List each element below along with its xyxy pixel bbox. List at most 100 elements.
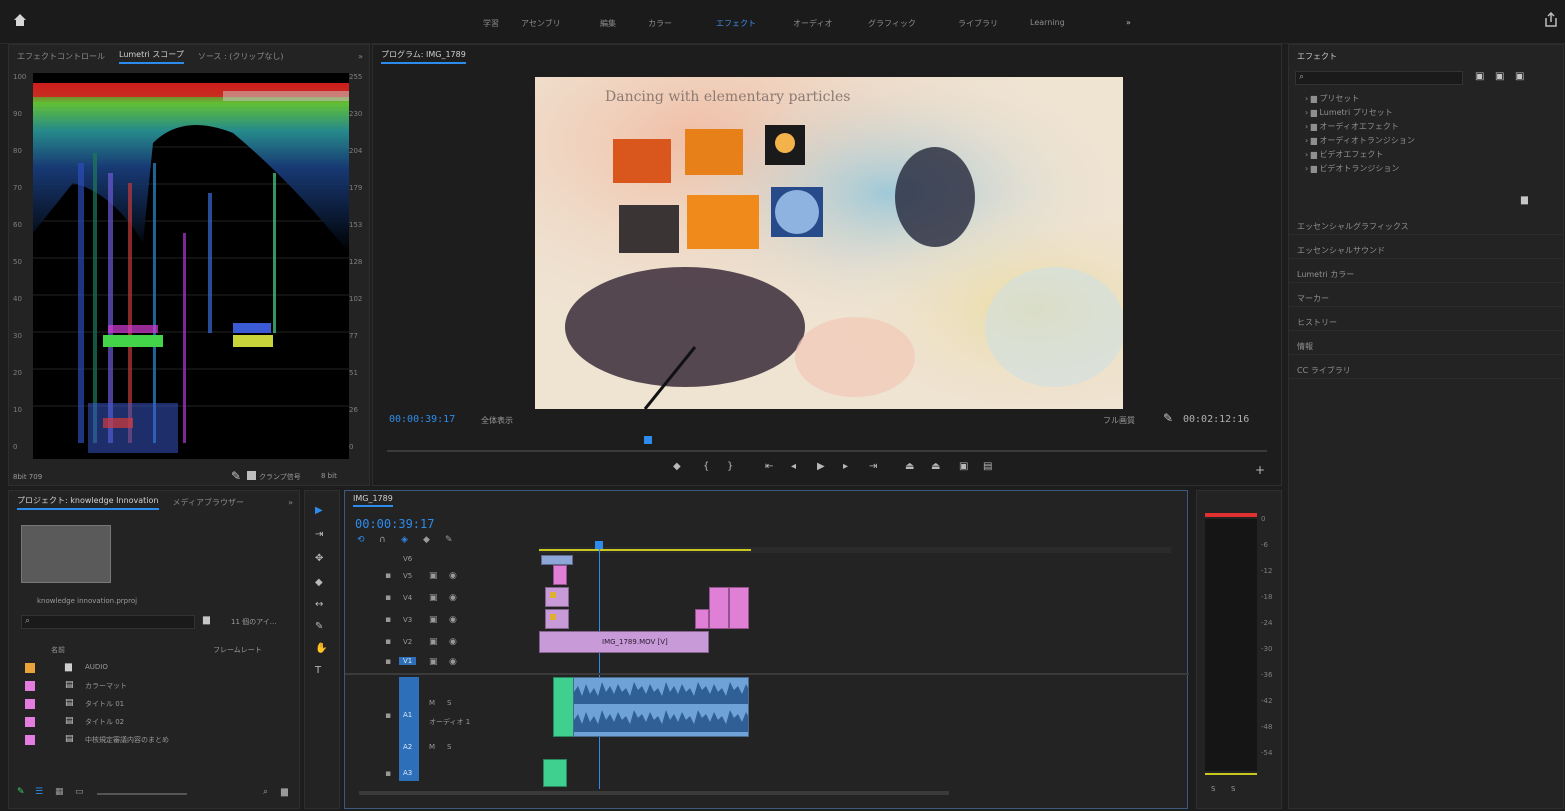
tree-item[interactable]: › ▆ Lumetri プリセット: [1305, 107, 1393, 118]
tab-project[interactable]: プロジェクト: knowledge Innovation: [17, 495, 159, 510]
work-area-bar[interactable]: [539, 549, 751, 551]
lock-icon[interactable]: ▪: [385, 615, 391, 625]
filter-yuv-icon[interactable]: ▣: [1515, 71, 1524, 82]
solo-button[interactable]: S: [447, 743, 451, 751]
title-clip-v4-b[interactable]: [729, 587, 749, 629]
track-header-v5[interactable]: ▪ V5 ▣ ◉: [355, 567, 535, 587]
mute-button[interactable]: M: [429, 699, 435, 707]
share-icon[interactable]: [1544, 11, 1558, 28]
workspace-tab[interactable]: ライブラリ: [958, 18, 998, 29]
solo-button[interactable]: S: [447, 699, 451, 707]
new-bin-icon[interactable]: ▆: [203, 615, 210, 625]
workspace-tab[interactable]: カラー: [648, 18, 672, 29]
video-clip-v5[interactable]: [553, 565, 567, 585]
ripple-edit-tool-icon[interactable]: ✥: [315, 553, 323, 564]
solo-left-button[interactable]: S: [1211, 785, 1215, 793]
mark-out-button[interactable]: }: [727, 461, 733, 472]
program-current-timecode[interactable]: 00:00:39:17: [389, 414, 455, 425]
tab-media-browser[interactable]: メディアブラウザー: [173, 497, 244, 508]
program-playhead-marker[interactable]: [644, 436, 652, 444]
eye-icon[interactable]: ◉: [449, 593, 457, 603]
snap-icon[interactable]: ∩: [379, 535, 386, 545]
lock-icon[interactable]: ▪: [385, 593, 391, 603]
add-marker-icon[interactable]: ◆: [423, 535, 430, 545]
lock-icon[interactable]: ▪: [385, 657, 391, 667]
panel-menu-icon[interactable]: »: [288, 498, 293, 507]
eye-icon[interactable]: ◉: [449, 571, 457, 581]
title-clip-v4-a[interactable]: [709, 587, 729, 629]
timeline-ruler[interactable]: [539, 541, 1171, 553]
audio-clip-a3-green[interactable]: [543, 759, 567, 787]
linked-selection-icon[interactable]: ◈: [401, 535, 408, 545]
lock-icon[interactable]: ▪: [385, 571, 391, 581]
go-to-in-button[interactable]: ⇤: [765, 461, 773, 472]
go-to-out-button[interactable]: ⇥: [869, 461, 877, 472]
panel-section[interactable]: CC ライブラリ: [1289, 361, 1563, 379]
timeline-playhead-marker[interactable]: [595, 541, 603, 549]
track-header-v2[interactable]: ▪ V2 ▣ ◉: [355, 633, 535, 653]
track-select-tool-icon[interactable]: ⇥: [315, 529, 323, 540]
video-clip-v3[interactable]: [545, 609, 569, 629]
workspace-tab[interactable]: 編集: [600, 18, 616, 29]
eye-icon[interactable]: ◉: [449, 637, 457, 647]
effects-search-input[interactable]: ⌕: [1295, 71, 1463, 85]
step-back-button[interactable]: ◂: [791, 461, 796, 472]
track-target[interactable]: V1: [399, 657, 417, 665]
mute-button[interactable]: M: [429, 743, 435, 751]
eye-icon[interactable]: ◉: [449, 657, 457, 667]
list-item[interactable]: ▤ カラーマット: [25, 679, 285, 695]
new-bin-icon[interactable]: ▣: [1475, 71, 1484, 82]
workspace-tab[interactable]: Learning: [1030, 18, 1065, 27]
video-clip-v4[interactable]: [545, 587, 569, 607]
tab-sequence[interactable]: IMG_1789: [353, 494, 393, 507]
toggle-output-icon[interactable]: ▣: [429, 571, 438, 581]
bits-dropdown[interactable]: 8 bit: [321, 472, 337, 480]
tab-lumetri-scope[interactable]: Lumetri スコープ: [119, 49, 184, 64]
hand-tool-icon[interactable]: ✋: [315, 643, 327, 654]
play-button[interactable]: ▶: [817, 461, 825, 472]
list-item[interactable]: ▆ AUDIO: [25, 661, 285, 677]
lock-icon[interactable]: ▪: [385, 711, 391, 721]
icon-view-icon[interactable]: ▦: [55, 787, 64, 797]
extract-button[interactable]: ⏏: [931, 461, 940, 472]
zoom-slider[interactable]: [97, 793, 187, 795]
slip-tool-icon[interactable]: ↔: [315, 599, 323, 610]
pencil-icon[interactable]: ✎: [17, 787, 25, 797]
workspace-tab-active[interactable]: エフェクト: [716, 18, 756, 29]
eye-icon[interactable]: ◉: [449, 615, 457, 625]
freeform-view-icon[interactable]: ▭: [75, 787, 84, 797]
panel-section[interactable]: エッセンシャルサウンド: [1289, 241, 1563, 259]
panel-menu-icon[interactable]: »: [358, 52, 363, 61]
list-view-icon[interactable]: ☰: [35, 787, 43, 797]
lock-icon[interactable]: ▪: [385, 637, 391, 647]
track-header-v3[interactable]: ▪ V3 ▣ ◉: [355, 611, 535, 631]
tab-effect-controls[interactable]: エフェクトコントロール: [17, 51, 105, 62]
more-workspaces-button[interactable]: »: [1126, 18, 1131, 27]
tree-item[interactable]: › ▆ プリセット: [1305, 93, 1359, 104]
new-item-icon[interactable]: ▆: [281, 787, 288, 797]
tab-source[interactable]: ソース : (クリップなし): [198, 51, 284, 62]
project-search-input[interactable]: ⌕: [21, 615, 195, 629]
razor-tool-icon[interactable]: ◆: [315, 577, 323, 588]
video-clip-v6[interactable]: [541, 555, 573, 565]
clamp-checkbox[interactable]: [247, 471, 256, 480]
audio-clip-a1-blue[interactable]: [573, 677, 749, 737]
fit-dropdown[interactable]: 全体表示: [481, 415, 513, 426]
workspace-tab[interactable]: アセンブリ: [521, 18, 561, 29]
column-name-header[interactable]: 名前: [51, 645, 65, 655]
tree-item[interactable]: › ▆ オーディオトランジション: [1305, 135, 1415, 146]
selection-tool-icon[interactable]: ▶: [315, 505, 323, 516]
panel-section[interactable]: Lumetri カラー: [1289, 265, 1563, 283]
track-header-v4[interactable]: ▪ V4 ▣ ◉: [355, 589, 535, 609]
wrench-icon[interactable]: ✎: [1163, 411, 1173, 425]
timeline-zoom-scrollbar[interactable]: [359, 791, 949, 795]
panel-section[interactable]: エッセンシャルグラフィックス: [1289, 217, 1563, 235]
export-frame-button[interactable]: ▣: [959, 461, 968, 472]
video-clip-v2[interactable]: IMG_1789.MOV [V]: [539, 631, 709, 653]
track-header-a3[interactable]: ▪ A3: [355, 763, 535, 783]
panel-section[interactable]: 情報: [1289, 337, 1563, 355]
lock-icon[interactable]: ▪: [385, 769, 391, 779]
list-item[interactable]: ▤ タイトル 02: [25, 715, 285, 731]
title-clip-v3[interactable]: [695, 609, 709, 629]
column-framerate-header[interactable]: フレームレート: [213, 645, 262, 655]
